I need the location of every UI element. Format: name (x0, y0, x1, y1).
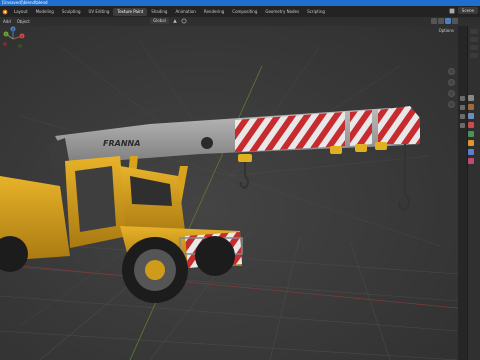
tool-properties-icon[interactable] (468, 95, 474, 101)
gizmo-y-label: Y (5, 32, 7, 36)
tool-icon-4[interactable] (460, 123, 465, 128)
blender-logo-icon[interactable] (2, 9, 8, 15)
zoom-icon[interactable] (448, 68, 455, 75)
window-title: [Unsaved]\blend\blend (2, 0, 48, 5)
workspace-tab-animation[interactable]: Animation (171, 8, 199, 16)
viewport-nav-tools (448, 68, 455, 108)
workspace-tab-scripting[interactable]: Scripting (303, 8, 329, 16)
workspace-tab-shading[interactable]: Shading (147, 8, 171, 16)
shading-mode-buttons (431, 18, 458, 24)
object-properties-icon[interactable] (468, 140, 474, 146)
solid-shading-button[interactable] (438, 18, 444, 24)
modifier-properties-icon[interactable] (468, 149, 474, 155)
options-label: Options (438, 28, 454, 33)
tool-icon-2[interactable] (460, 105, 465, 110)
properties-tabs (468, 95, 474, 164)
snap-icon[interactable] (172, 18, 178, 24)
properties-row[interactable] (470, 45, 478, 50)
proportional-edit-icon[interactable] (181, 18, 187, 24)
properties-row[interactable] (470, 53, 478, 58)
navigation-gizmo[interactable]: X Y Z (0, 26, 26, 52)
menu-object[interactable]: Object (14, 19, 33, 24)
scene-selector[interactable]: Scene (457, 7, 478, 14)
3d-viewport[interactable]: FRANNA Options X Y Z (0, 26, 458, 360)
gizmo-z-label: Z (12, 27, 14, 31)
transform-orientation-dropdown[interactable]: Global (150, 18, 169, 24)
workspace-tabs-bar: Layout Modeling Sculpting UV Editing Texture… (0, 6, 480, 17)
transform-orientation-label: Global (153, 18, 166, 23)
perspective-toggle-icon[interactable] (448, 101, 455, 108)
workspace-tab-uv-editing[interactable]: UV Editing (85, 8, 114, 16)
crane-brand-text: FRANNA (103, 139, 140, 148)
workspace-tab-modeling[interactable]: Modeling (32, 8, 58, 16)
properties-panel (467, 26, 480, 360)
scene-properties-icon[interactable] (468, 122, 474, 128)
material-properties-icon[interactable] (468, 158, 474, 164)
viewport-header: Add Object Global (0, 17, 480, 26)
world-properties-icon[interactable] (468, 131, 474, 137)
gizmo-x-label: X (21, 34, 23, 38)
wireframe-shading-button[interactable] (431, 18, 437, 24)
scene-icon (449, 8, 455, 13)
tool-icon-3[interactable] (460, 114, 465, 119)
viewport-scene: FRANNA (0, 26, 458, 360)
render-properties-icon[interactable] (468, 104, 474, 110)
properties-row[interactable] (470, 37, 478, 42)
workspace-tab-rendering[interactable]: Rendering (200, 8, 228, 16)
output-properties-icon[interactable] (468, 113, 474, 119)
menu-add[interactable]: Add (0, 19, 14, 24)
pan-hand-icon[interactable] (448, 79, 455, 86)
workspace-tab-texture-paint[interactable]: Texture Paint (113, 7, 148, 16)
options-dropdown[interactable]: Options (439, 28, 454, 33)
rendered-shading-button[interactable] (452, 18, 458, 24)
workspace-tab-compositing[interactable]: Compositing (228, 8, 261, 16)
workspace-tab-sculpting[interactable]: Sculpting (58, 8, 85, 16)
tool-strip (458, 26, 467, 360)
tool-icon-1[interactable] (460, 96, 465, 101)
camera-view-icon[interactable] (448, 90, 455, 97)
workspace-tab-layout[interactable]: Layout (10, 8, 32, 16)
material-preview-button[interactable] (445, 18, 451, 24)
properties-row[interactable] (470, 29, 478, 34)
workspace-tab-geometry-nodes[interactable]: Geometry Nodes (261, 8, 303, 16)
